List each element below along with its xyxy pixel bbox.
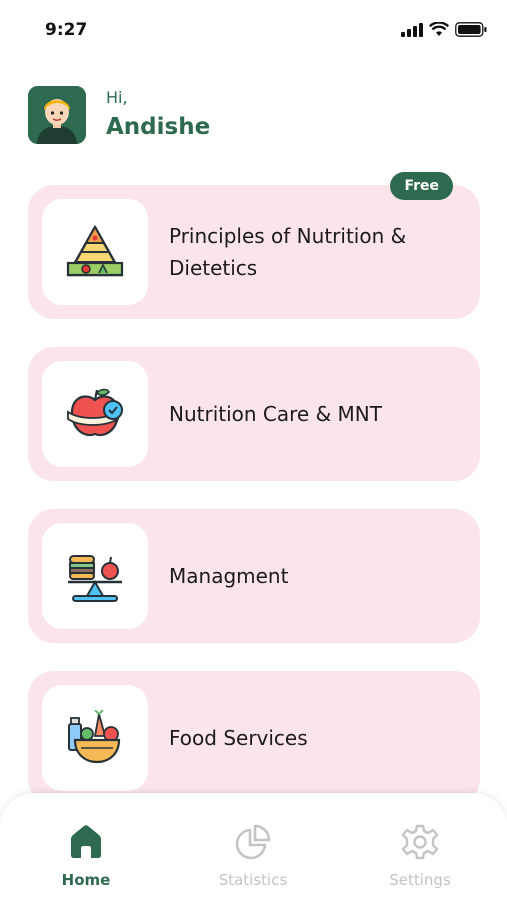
tab-statistics[interactable]: Statistics [193, 823, 313, 889]
status-bar: 9:27 [0, 0, 507, 60]
course-card-food-services[interactable]: Food Services [28, 671, 480, 805]
course-card-principles[interactable]: Free Principles of Nutrition & Dietetics [28, 172, 480, 319]
course-title: Principles of Nutrition & Dietetics [169, 224, 407, 280]
pie-chart-icon [235, 824, 271, 860]
avatar-icon [28, 86, 86, 144]
course-title: Nutrition Care & MNT [169, 402, 382, 426]
card-icon-box [42, 199, 148, 305]
course-title: Managment [169, 564, 289, 588]
apple-measure-icon [67, 388, 123, 437]
greeting: Hi, Andishe [28, 86, 328, 146]
tab-label: Settings [389, 871, 451, 889]
course-card-managment[interactable]: Managment [28, 509, 480, 643]
food-scale-icon [68, 555, 122, 602]
wifi-icon [429, 22, 449, 36]
user-name: Andishe [106, 114, 211, 140]
signal-icon [401, 22, 423, 37]
food-pyramid-icon [66, 224, 124, 277]
gear-icon [401, 824, 439, 860]
tab-home[interactable]: Home [26, 823, 146, 889]
card-icon-box [42, 361, 148, 467]
battery-icon [455, 22, 487, 37]
greeting-hi: Hi, [106, 88, 128, 107]
course-title: Food Services [169, 726, 308, 750]
tab-label: Home [61, 871, 111, 889]
tab-bar: Home Statistics Settings [0, 793, 507, 900]
course-card-nutrition-care[interactable]: Nutrition Care & MNT [28, 347, 480, 481]
card-icon-box [42, 685, 148, 791]
card-icon-box [42, 523, 148, 629]
avatar[interactable] [28, 86, 86, 144]
status-time: 9:27 [45, 20, 88, 40]
tab-label: Statistics [218, 871, 288, 889]
tab-settings[interactable]: Settings [360, 823, 480, 889]
food-bowl-icon [68, 710, 121, 764]
home-icon [71, 825, 101, 858]
status-icons [401, 22, 487, 37]
